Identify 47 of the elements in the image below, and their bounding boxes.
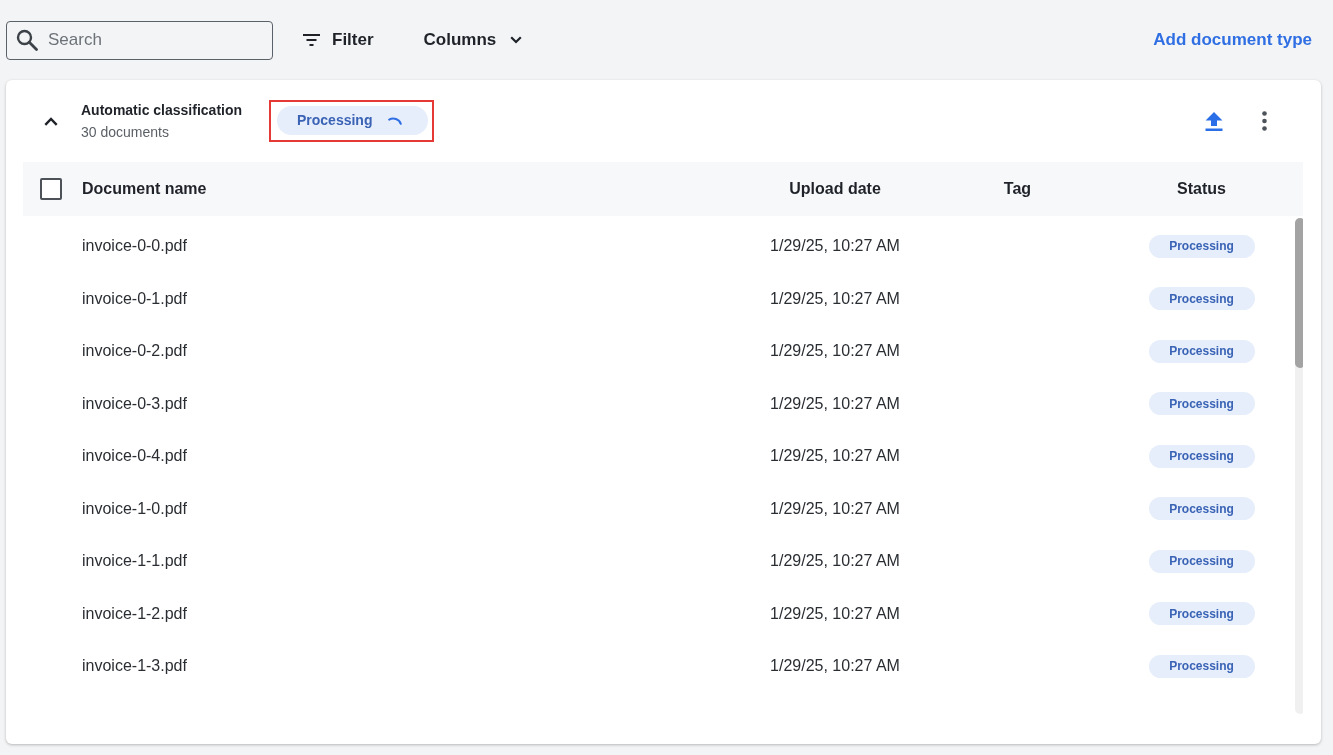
document-name-cell: invoice-1-2.pdf: [82, 604, 187, 622]
upload-date-cell: 1/29/25, 10:27 AM: [770, 499, 900, 517]
upload-date-cell: 1/29/25, 10:27 AM: [770, 447, 900, 465]
status-pill: Processing: [1148, 497, 1255, 521]
status-pill: Processing: [1148, 549, 1255, 573]
document-name-cell: invoice-0-1.pdf: [82, 289, 187, 307]
chevron-down-icon: [510, 36, 523, 44]
document-name-cell: invoice-1-0.pdf: [82, 499, 187, 517]
column-header[interactable]: Document name: [82, 180, 207, 197]
scrollbar-thumb[interactable]: [1295, 218, 1303, 368]
chevron-up-icon: [44, 116, 58, 126]
upload-icon: [1205, 111, 1223, 131]
more-options-icon: [1261, 111, 1267, 131]
status-pill: Processing: [277, 106, 428, 135]
document-name-cell: invoice-0-2.pdf: [82, 342, 187, 360]
upload-date-cell: 1/29/25, 10:27 AM: [770, 657, 900, 675]
add-document-type-link[interactable]: Add document type: [1153, 27, 1312, 53]
columns-button[interactable]: Columns: [415, 21, 531, 59]
upload-date-cell: 1/29/25, 10:27 AM: [770, 342, 900, 360]
column-header[interactable]: Tag: [1003, 180, 1032, 197]
search-field[interactable]: Search: [6, 20, 273, 60]
group-title: Automatic classification: [81, 101, 244, 119]
search-icon: [16, 28, 38, 51]
column-header[interactable]: Status: [1177, 180, 1226, 197]
status-pill: Processing: [1148, 654, 1255, 678]
scrollbar-track[interactable]: [1295, 218, 1303, 714]
status-pill: Processing: [1148, 444, 1255, 468]
status-pill: Processing: [1148, 234, 1255, 258]
status-pill: Processing: [1148, 392, 1255, 416]
filter-icon: [303, 34, 320, 46]
document-name-cell: invoice-0-0.pdf: [82, 237, 187, 255]
document-name-cell: invoice-0-3.pdf: [82, 394, 187, 412]
status-pill: Processing: [1148, 339, 1255, 363]
document-name-cell: invoice-0-4.pdf: [82, 447, 187, 465]
status-pill: Processing: [1148, 287, 1255, 311]
upload-date-cell: 1/29/25, 10:27 AM: [770, 237, 900, 255]
upload-date-cell: 1/29/25, 10:27 AM: [770, 289, 900, 307]
document-name-cell: invoice-1-3.pdf: [82, 657, 187, 675]
column-header[interactable]: Upload date: [789, 180, 881, 197]
document-count: 30 documents: [81, 123, 170, 141]
upload-date-cell: 1/29/25, 10:27 AM: [770, 604, 900, 622]
status-pill: Processing: [1148, 602, 1255, 626]
filter-button[interactable]: Filter: [295, 21, 382, 59]
select-all-checkbox[interactable]: [40, 178, 62, 200]
document-name-cell: invoice-1-1.pdf: [82, 552, 187, 570]
upload-date-cell: 1/29/25, 10:27 AM: [770, 394, 900, 412]
upload-date-cell: 1/29/25, 10:27 AM: [770, 552, 900, 570]
